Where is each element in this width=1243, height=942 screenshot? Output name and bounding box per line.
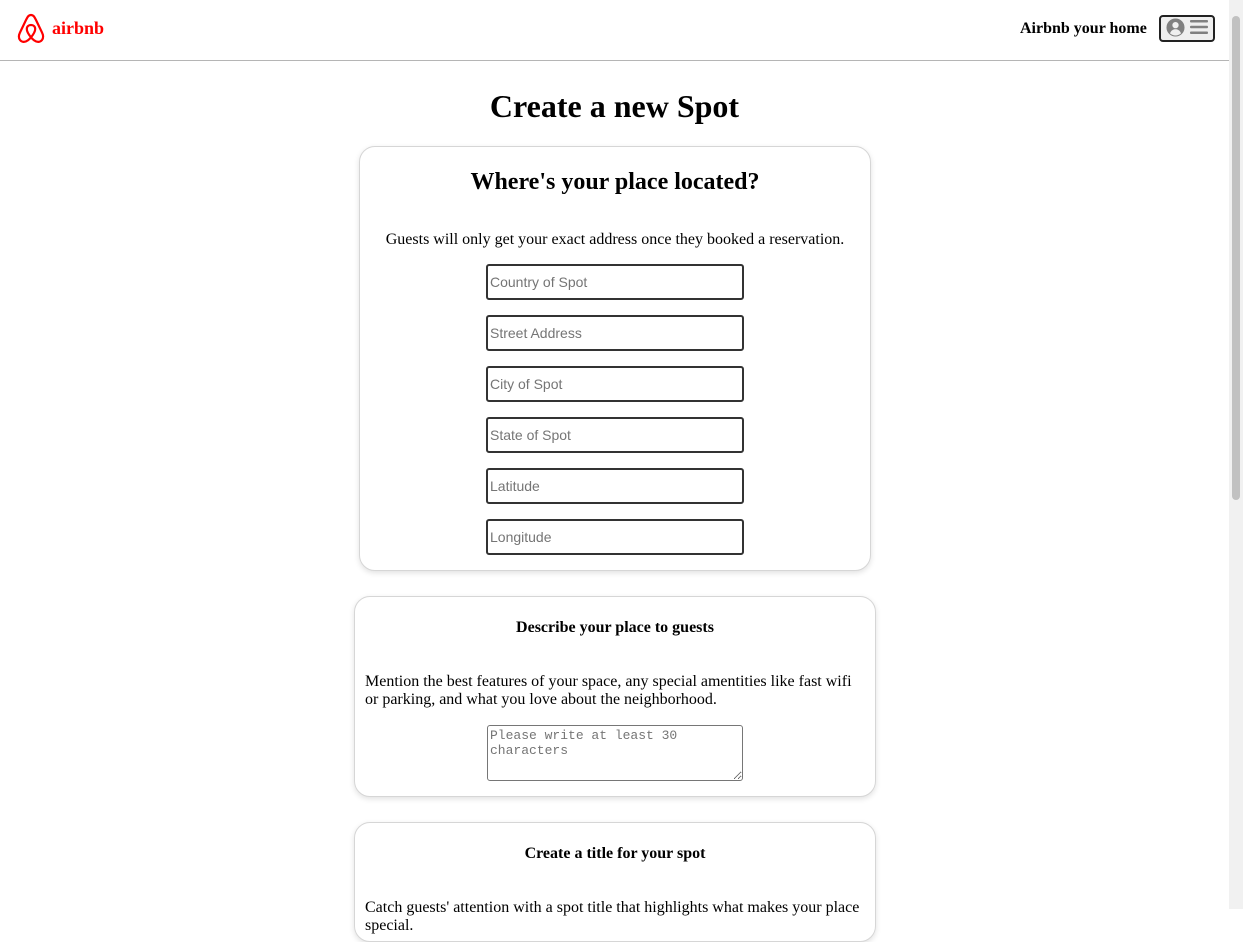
page-scrollbar[interactable] — [1229, 0, 1243, 909]
state-input[interactable] — [486, 417, 744, 453]
description-section: Describe your place to guests Mention th… — [354, 596, 876, 797]
brand-name: airbnb — [52, 18, 105, 38]
location-section: Where's your place located? Guests will … — [359, 146, 871, 571]
description-text: Mention the best features of your space,… — [365, 673, 852, 708]
city-input[interactable] — [486, 366, 744, 402]
hamburger-icon — [1189, 19, 1209, 38]
longitude-input[interactable] — [486, 519, 744, 555]
airbnb-your-home-link[interactable]: Airbnb your home — [1020, 20, 1147, 38]
airbnb-logo-icon — [16, 12, 46, 45]
location-heading: Where's your place located? — [470, 169, 760, 195]
title-section: Create a title for your spot Catch guest… — [354, 822, 876, 942]
top-nav: airbnb Airbnb your home — [0, 0, 1229, 61]
description-textarea[interactable] — [487, 725, 743, 781]
title-heading: Create a title for your spot — [524, 845, 706, 862]
latitude-input[interactable] — [486, 468, 744, 504]
home-logo-link[interactable]: airbnb — [16, 12, 104, 45]
location-description: Guests will only get your exact address … — [385, 231, 845, 248]
user-circle-icon — [1165, 17, 1185, 40]
profile-menu-button[interactable] — [1159, 15, 1215, 42]
country-input[interactable] — [486, 264, 744, 300]
page-title: Create a new Spot — [489, 88, 740, 124]
title-description: Catch guests' attention with a spot titl… — [365, 899, 860, 934]
scrollbar-thumb[interactable] — [1232, 16, 1240, 500]
description-heading: Describe your place to guests — [516, 619, 714, 636]
street-address-input[interactable] — [486, 315, 744, 351]
